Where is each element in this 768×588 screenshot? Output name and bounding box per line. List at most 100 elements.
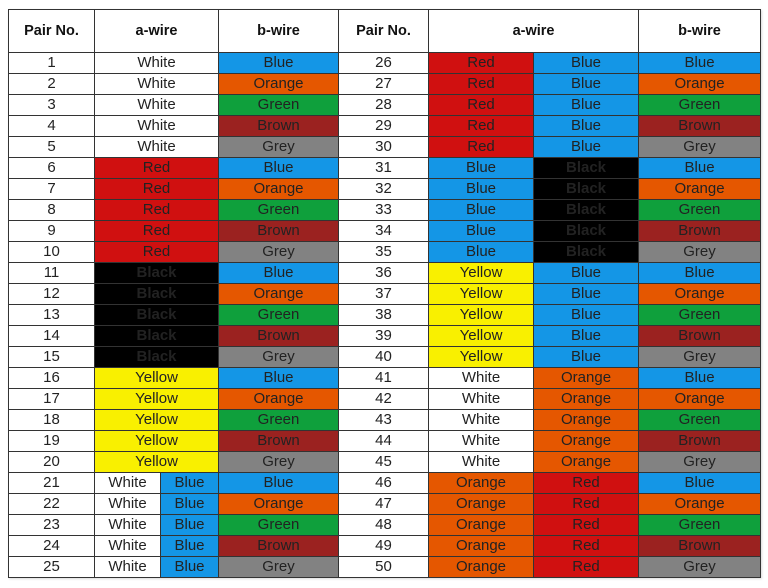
- b-wire-color-cell: Blue: [218, 472, 340, 494]
- b-wire-color-cell: Orange: [638, 388, 762, 410]
- table-row: 19 Yellow Brown 44 White Orange Brown: [8, 430, 762, 452]
- a-wire-color-cell-2: Blue: [159, 514, 220, 536]
- header-b-wire-left: b-wire: [218, 9, 340, 53]
- b-wire-color-cell: Grey: [638, 556, 762, 578]
- pair-number-cell: 42: [338, 388, 430, 410]
- a-wire-color-cell: Black: [93, 304, 220, 326]
- a-wire-color-cell-1: White: [428, 388, 535, 410]
- a-wire-color-cell-1: Yellow: [428, 346, 535, 368]
- pair-number-cell: 47: [338, 493, 430, 515]
- b-wire-color-cell: Blue: [638, 472, 762, 494]
- a-wire-color-cell-2: Orange: [533, 451, 640, 473]
- a-wire-color-cell: White: [93, 94, 220, 116]
- a-wire-color-cell-1: Blue: [428, 241, 535, 263]
- table-row: 14 Black Brown 39 Yellow Blue Brown: [8, 325, 762, 347]
- pair-number-cell: 46: [338, 472, 430, 494]
- a-wire-color-cell-2: Blue: [533, 136, 640, 158]
- a-wire-color-cell-2: Red: [533, 514, 640, 536]
- pair-number-cell: 16: [8, 367, 95, 389]
- table-row: 9 Red Brown 34 Blue Black Brown: [8, 220, 762, 242]
- a-wire-color-cell-2: Blue: [533, 304, 640, 326]
- wire-color-code-table: Pair No. a-wire b-wire Pair No. a-wire b…: [8, 9, 762, 578]
- table-row: 12 Black Orange 37 Yellow Blue Orange: [8, 283, 762, 305]
- pair-number-cell: 21: [8, 472, 95, 494]
- table-row: 2 White Orange 27 Red Blue Orange: [8, 73, 762, 95]
- a-wire-color-cell-2: Black: [533, 241, 640, 263]
- a-wire-color-cell-2: Orange: [533, 430, 640, 452]
- b-wire-color-cell: Green: [218, 304, 340, 326]
- header-pair-no-left: Pair No.: [8, 9, 95, 53]
- b-wire-color-cell: Blue: [638, 157, 762, 179]
- pair-number-cell: 35: [338, 241, 430, 263]
- pair-number-cell: 33: [338, 199, 430, 221]
- b-wire-color-cell: Orange: [218, 73, 340, 95]
- table-row: 23 White Blue Green 48 Orange Red Green: [8, 514, 762, 536]
- pair-number-cell: 13: [8, 304, 95, 326]
- a-wire-color-cell-1: Yellow: [428, 262, 535, 284]
- pair-number-cell: 9: [8, 220, 95, 242]
- a-wire-color-cell-2: Blue: [159, 535, 220, 557]
- b-wire-color-cell: Orange: [218, 388, 340, 410]
- pair-number-cell: 28: [338, 94, 430, 116]
- table-row: 18 Yellow Green 43 White Orange Green: [8, 409, 762, 431]
- b-wire-color-cell: Orange: [218, 493, 340, 515]
- pair-number-cell: 48: [338, 514, 430, 536]
- b-wire-color-cell: Brown: [218, 220, 340, 242]
- a-wire-color-cell-1: Orange: [428, 535, 535, 557]
- a-wire-color-cell: White: [93, 52, 220, 74]
- b-wire-color-cell: Brown: [218, 430, 340, 452]
- b-wire-color-cell: Brown: [638, 115, 762, 137]
- a-wire-color-cell-2: Blue: [159, 493, 220, 515]
- pair-number-cell: 18: [8, 409, 95, 431]
- a-wire-color-cell-2: Black: [533, 199, 640, 221]
- table-row: 16 Yellow Blue 41 White Orange Blue: [8, 367, 762, 389]
- a-wire-color-cell-1: Yellow: [428, 325, 535, 347]
- b-wire-color-cell: Brown: [638, 430, 762, 452]
- pair-number-cell: 38: [338, 304, 430, 326]
- a-wire-color-cell: Red: [93, 241, 220, 263]
- a-wire-color-cell-2: Orange: [533, 409, 640, 431]
- a-wire-color-cell: Black: [93, 262, 220, 284]
- a-wire-color-cell: Red: [93, 157, 220, 179]
- a-wire-color-cell-2: Blue: [159, 556, 220, 578]
- pair-number-cell: 5: [8, 136, 95, 158]
- pair-number-cell: 24: [8, 535, 95, 557]
- table-body: 1 White Blue 26 Red Blue Blue 2 White Orange 27 Red…: [8, 52, 762, 578]
- b-wire-color-cell: Grey: [218, 346, 340, 368]
- a-wire-color-cell-1: White: [428, 409, 535, 431]
- a-wire-color-cell-2: Red: [533, 472, 640, 494]
- b-wire-color-cell: Orange: [638, 493, 762, 515]
- a-wire-color-cell-1: Red: [428, 73, 535, 95]
- pair-number-cell: 15: [8, 346, 95, 368]
- a-wire-color-cell-1: Yellow: [428, 283, 535, 305]
- pair-number-cell: 37: [338, 283, 430, 305]
- a-wire-color-cell-2: Black: [533, 157, 640, 179]
- a-wire-color-cell: White: [93, 115, 220, 137]
- table-row: 7 Red Orange 32 Blue Black Orange: [8, 178, 762, 200]
- pair-number-cell: 6: [8, 157, 95, 179]
- b-wire-color-cell: Blue: [218, 262, 340, 284]
- pair-number-cell: 50: [338, 556, 430, 578]
- pair-number-cell: 49: [338, 535, 430, 557]
- a-wire-color-cell-2: Black: [533, 178, 640, 200]
- a-wire-color-cell: Yellow: [93, 451, 220, 473]
- a-wire-color-cell-2: Red: [533, 556, 640, 578]
- b-wire-color-cell: Brown: [638, 535, 762, 557]
- table-row: 21 White Blue Blue 46 Orange Red Blue: [8, 472, 762, 494]
- b-wire-color-cell: Green: [638, 409, 762, 431]
- pair-number-cell: 27: [338, 73, 430, 95]
- b-wire-color-cell: Brown: [218, 115, 340, 137]
- pair-number-cell: 10: [8, 241, 95, 263]
- table-row: 10 Red Grey 35 Blue Black Grey: [8, 241, 762, 263]
- b-wire-color-cell: Grey: [218, 556, 340, 578]
- pair-number-cell: 22: [8, 493, 95, 515]
- a-wire-color-cell-1: Red: [428, 115, 535, 137]
- table-row: 20 Yellow Grey 45 White Orange Grey: [8, 451, 762, 473]
- a-wire-color-cell-2: Blue: [533, 325, 640, 347]
- table-row: 13 Black Green 38 Yellow Blue Green: [8, 304, 762, 326]
- pair-number-cell: 36: [338, 262, 430, 284]
- table-row: 5 White Grey 30 Red Blue Grey: [8, 136, 762, 158]
- b-wire-color-cell: Grey: [218, 241, 340, 263]
- b-wire-color-cell: Blue: [218, 52, 340, 74]
- b-wire-color-cell: Orange: [638, 73, 762, 95]
